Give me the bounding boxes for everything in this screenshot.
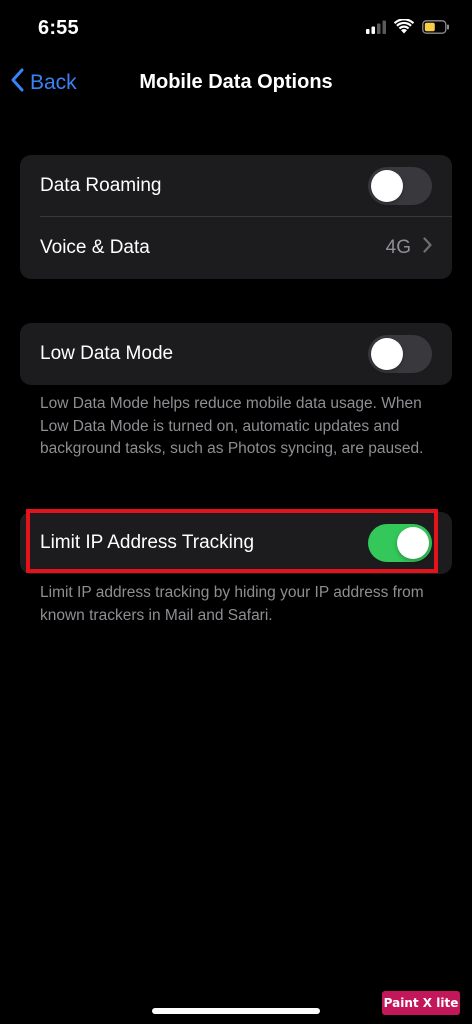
limit-ip-tracking-footer: Limit IP address tracking by hiding your… [40,584,424,624]
wifi-icon [393,18,415,39]
data-roaming-row: Data Roaming [20,155,452,217]
status-bar: 6:55 [0,0,472,58]
toggle-knob [397,527,429,559]
page-title: Mobile Data Options [139,71,333,93]
toggle-knob [371,338,403,370]
settings-group-roaming: Data Roaming Voice & Data 4G [20,155,452,279]
toggle-knob [371,170,403,202]
status-icons [366,18,450,39]
navigation-bar: Back Mobile Data Options [0,60,472,106]
chevron-right-icon [423,237,432,259]
voice-data-value: 4G [385,237,411,258]
low-data-mode-toggle[interactable] [368,335,432,373]
limit-ip-tracking-label: Limit IP Address Tracking [40,532,255,553]
watermark-logo: Paint X lite [382,991,460,1015]
status-time: 6:55 [38,17,79,39]
voice-data-value-wrap: 4G [386,237,432,259]
low-data-mode-label: Low Data Mode [40,343,174,364]
battery-icon [422,19,450,39]
voice-data-row[interactable]: Voice & Data 4G [20,217,452,279]
home-indicator[interactable] [152,1008,320,1014]
limit-ip-tracking-row: Limit IP Address Tracking [20,512,452,574]
settings-group-low-data: Low Data Mode [20,323,452,385]
data-roaming-label: Data Roaming [40,175,162,196]
low-data-mode-row: Low Data Mode [20,323,452,385]
limit-ip-tracking-toggle[interactable] [368,524,432,562]
settings-group-ip-tracking: Limit IP Address Tracking [20,512,452,574]
cellular-signal-icon [366,20,386,39]
low-data-mode-footer: Low Data Mode helps reduce mobile data u… [40,395,424,457]
data-roaming-toggle[interactable] [368,167,432,205]
voice-data-label: Voice & Data [40,237,150,258]
